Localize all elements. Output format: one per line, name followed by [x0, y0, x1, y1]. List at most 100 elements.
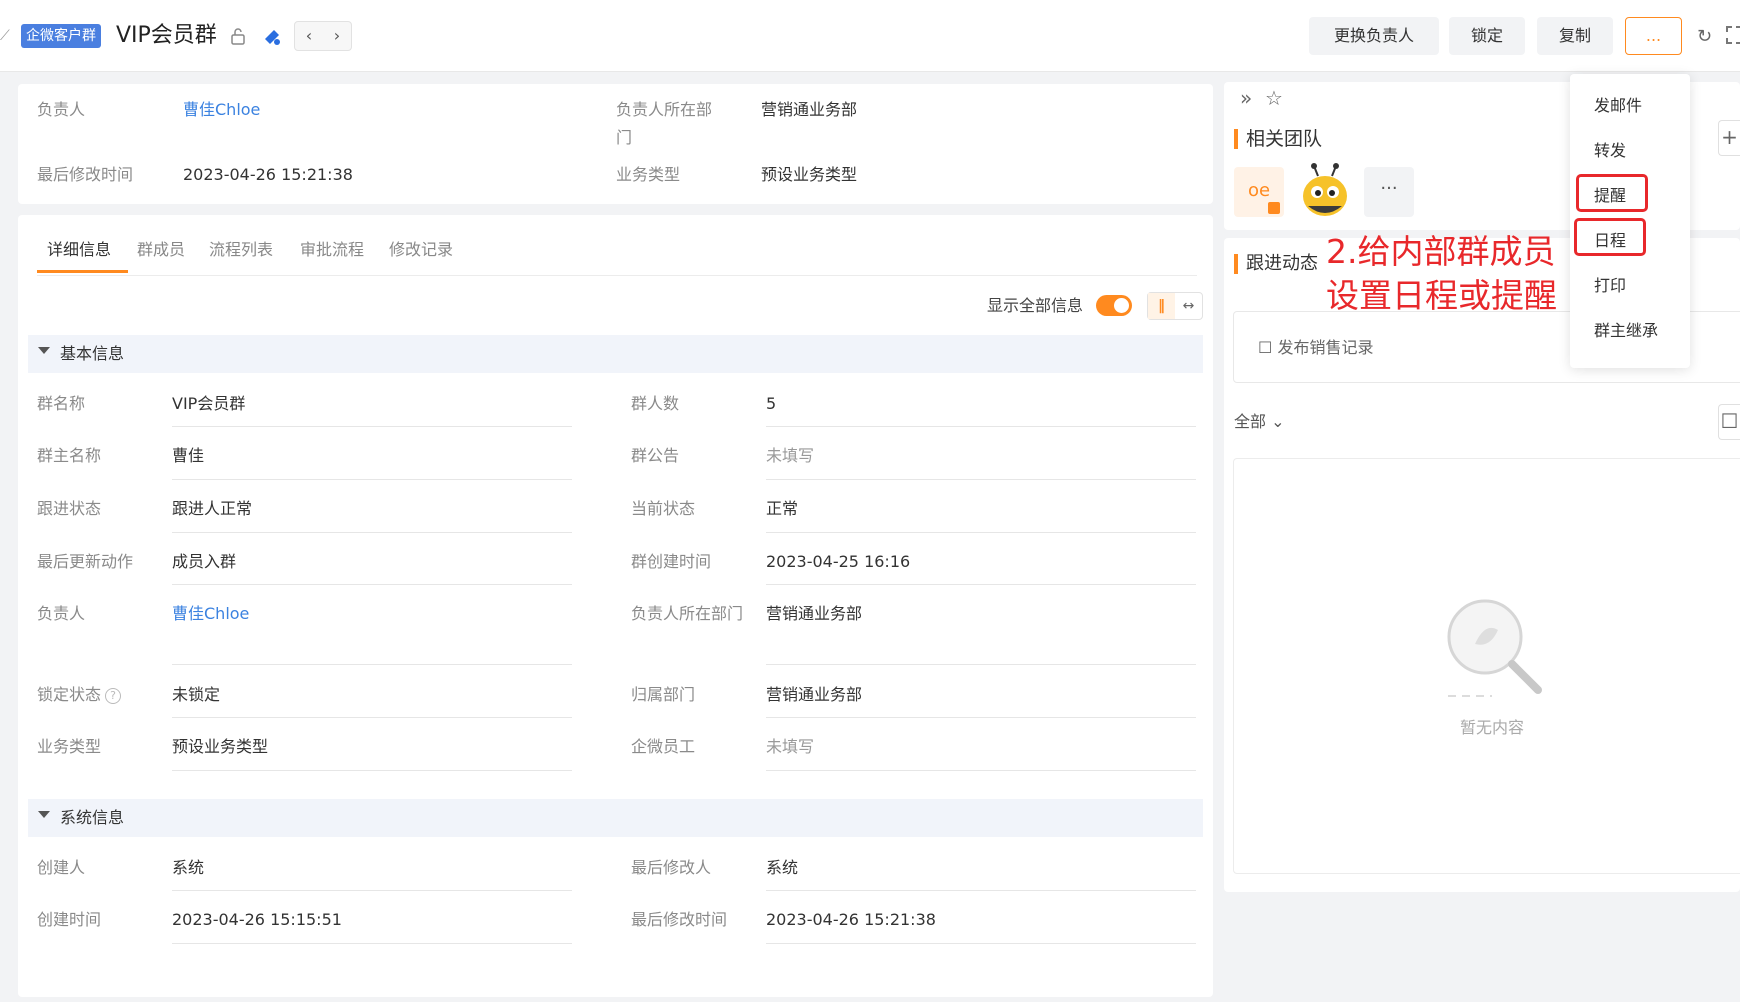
field-value: 正常 — [766, 499, 799, 518]
menu-item-owner-inherit[interactable]: 群主继承 — [1594, 317, 1658, 345]
member-avatar[interactable]: oe — [1234, 167, 1284, 217]
annotation-line-2: 设置日程或提醒 — [1326, 276, 1557, 315]
field-value: 系统 — [172, 858, 205, 877]
active-tab-indicator — [37, 270, 128, 273]
accent-bar — [1234, 254, 1238, 274]
menu-item-email[interactable]: 发邮件 — [1594, 92, 1642, 120]
tab-process-list[interactable]: 流程列表 — [209, 236, 273, 264]
more-members-button[interactable]: ··· — [1364, 167, 1414, 217]
summary-dept-label: 负责人所在部门 — [616, 100, 713, 147]
tutorial-annotation: 2.给内部群成员 设置日程或提醒 — [1326, 230, 1557, 318]
field-label: 群公告 — [631, 446, 680, 465]
schedule-highlight-box — [1574, 218, 1646, 256]
field-value: 曹佳 — [172, 446, 205, 465]
field-label: 业务类型 — [37, 737, 102, 756]
annotation-line-1: 2.给内部群成员 — [1326, 232, 1556, 271]
fullscreen-icon[interactable] — [1726, 26, 1740, 44]
edit-icon: ☐ — [1258, 338, 1273, 357]
tab-details[interactable]: 详细信息 — [47, 236, 111, 264]
field-label: 企微员工 — [631, 737, 696, 756]
field-value: 2023-04-26 15:21:38 — [766, 910, 936, 929]
field-value: 成员入群 — [172, 552, 237, 571]
field-label: 负责人所在部门 — [631, 604, 744, 623]
field-value: 营销通业务部 — [766, 685, 863, 704]
empty-search-icon — [1447, 599, 1542, 697]
copy-button[interactable]: 复制 — [1537, 17, 1613, 55]
summary-owner-link[interactable]: 曹佳Chloe — [183, 96, 260, 124]
field-value: VIP会员群 — [172, 394, 246, 413]
menu-item-forward[interactable]: 转发 — [1594, 137, 1626, 165]
field-value: 2023-04-26 15:15:51 — [172, 910, 342, 929]
help-icon[interactable]: ? — [105, 687, 122, 704]
field-label: 群名称 — [37, 394, 86, 413]
field-label: 最后修改人 — [631, 858, 712, 877]
back-caret-icon[interactable]: ⟋ — [0, 28, 10, 44]
field-value: 5 — [766, 394, 777, 413]
avatar-initials: oe — [1247, 180, 1271, 201]
basic-info-header[interactable]: 基本信息 — [28, 335, 1203, 373]
column-layout-icon[interactable]: ‖ — [1148, 293, 1175, 319]
tab-members[interactable]: 群成员 — [137, 236, 185, 264]
filter-checkbox-icon[interactable]: ☐ — [1718, 404, 1740, 440]
filter-label: 全部 — [1234, 412, 1267, 431]
field-label: 跟进状态 — [37, 499, 102, 518]
summary-biz-value: 预设业务类型 — [761, 165, 858, 184]
lock-button[interactable]: 锁定 — [1449, 17, 1525, 55]
field-value: 未填写 — [766, 446, 815, 465]
field-label: 负责人 — [37, 604, 86, 623]
menu-item-print[interactable]: 打印 — [1594, 272, 1626, 300]
header-bar: ⟋ 企微客户群 VIP会员群 ‹ › 更换负责人 锁定 复制 ... ↻ — [0, 0, 1740, 72]
change-owner-button[interactable]: 更换负责人 — [1309, 17, 1439, 55]
unlock-icon[interactable] — [228, 26, 248, 46]
object-type-tag: 企微客户群 — [21, 24, 101, 48]
more-button[interactable]: ... — [1625, 17, 1682, 55]
summary-card: 负责人 曹佳Chloe 负责人所在部门 营销通业务部 最后修改时间 2023-0… — [18, 84, 1213, 204]
collapse-caret-icon — [38, 347, 50, 354]
system-info-title: 系统信息 — [60, 808, 125, 827]
refresh-icon[interactable]: ↻ — [1697, 26, 1712, 47]
summary-owner-label: 负责人 — [37, 100, 86, 119]
field-value: 未填写 — [766, 737, 815, 756]
field-value: 预设业务类型 — [172, 737, 269, 756]
collapse-panel-icon[interactable]: » — [1240, 86, 1252, 110]
chevron-down-icon: ⌄ — [1271, 412, 1285, 431]
system-info-header[interactable]: 系统信息 — [28, 799, 1203, 837]
layout-switch: ‖ ↔ — [1147, 292, 1203, 320]
pin-icon[interactable]: ☆ — [1265, 86, 1283, 110]
filter-dropdown[interactable]: 全部 ⌄ — [1234, 408, 1285, 436]
prev-record-icon[interactable]: ‹ — [295, 22, 323, 50]
tabs-divider — [37, 275, 1197, 276]
summary-modified-label: 最后修改时间 — [37, 165, 134, 184]
field-label: 创建人 — [37, 858, 86, 877]
field-label: 最后更新动作 — [37, 552, 134, 571]
accent-bar — [1234, 129, 1238, 149]
summary-dept-value: 营销通业务部 — [761, 100, 858, 119]
empty-text: 暂无内容 — [1460, 718, 1525, 737]
tab-approval[interactable]: 审批流程 — [300, 236, 364, 264]
show-all-label: 显示全部信息 — [987, 296, 1084, 315]
field-value: 未锁定 — [172, 685, 221, 704]
field-value: 营销通业务部 — [766, 604, 863, 623]
panel-controls: » ☆ — [1240, 86, 1283, 110]
add-member-icon[interactable]: + — [1718, 120, 1740, 156]
next-record-icon[interactable]: › — [323, 22, 351, 50]
bee-avatar-icon[interactable] — [1296, 162, 1354, 222]
page-title: VIP会员群 — [116, 23, 217, 48]
show-all-toggle[interactable] — [1096, 295, 1132, 316]
owner-link[interactable]: 曹佳Chloe — [172, 600, 249, 628]
basic-info-title: 基本信息 — [60, 344, 125, 363]
field-value: 2023-04-25 16:16 — [766, 552, 911, 571]
wide-layout-icon[interactable]: ↔ — [1175, 293, 1202, 319]
field-label: 群主名称 — [37, 446, 102, 465]
field-label: 创建时间 — [37, 910, 102, 929]
tab-history[interactable]: 修改记录 — [389, 236, 453, 264]
edit-tag-icon[interactable] — [260, 24, 284, 48]
record-nav: ‹ › — [294, 21, 352, 51]
team-title: 相关团队 — [1246, 128, 1323, 150]
field-label: 归属部门 — [631, 685, 696, 704]
field-label: 当前状态 — [631, 499, 696, 518]
field-label: 群创建时间 — [631, 552, 712, 571]
summary-modified-value: 2023-04-26 15:21:38 — [183, 165, 353, 184]
reminder-highlight-box — [1576, 174, 1648, 212]
follow-title: 跟进动态 — [1246, 253, 1318, 274]
